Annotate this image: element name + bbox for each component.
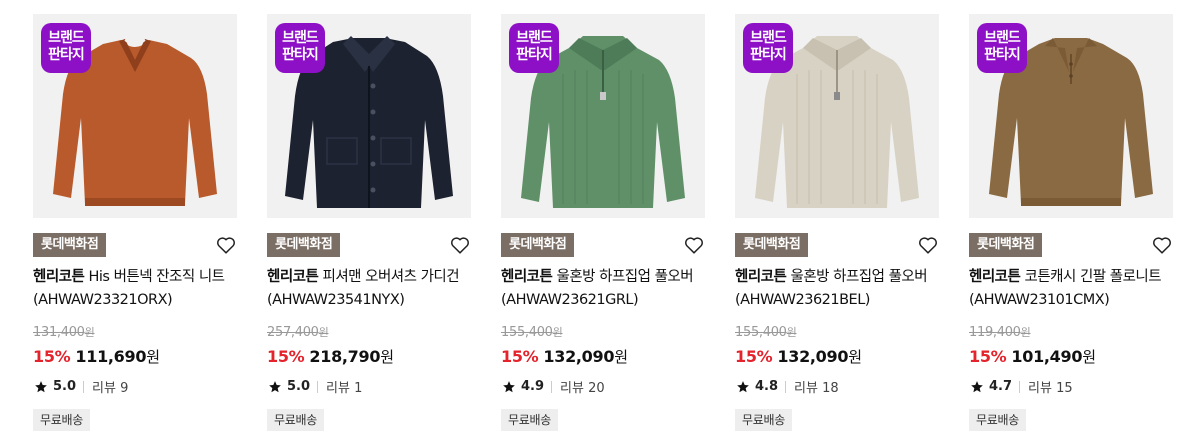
product-title[interactable]: 헨리코튼 His 버튼넥 잔조직 니트 (AHWAW23321ORX) <box>33 266 239 312</box>
product-brand: 헨리코튼 <box>267 269 319 285</box>
rating-score: 5.0 <box>53 379 77 394</box>
rating: 4.9 리뷰 20 <box>501 377 605 396</box>
product-title[interactable]: 헨리코튼 울혼방 하프집업 풀오버 (AHWAW23621GRL) <box>501 266 707 312</box>
brand-fantasy-badge: 브랜드 판타지 <box>275 23 325 73</box>
product-card[interactable]: 브랜드 판타지 롯데백화점 헨리코튼 울혼방 하프집업 풀오버 (AHWAW236… <box>501 0 707 443</box>
original-price: 131,400원 <box>33 325 95 340</box>
sale-price: 15% 218,790원 <box>267 347 394 366</box>
rating: 5.0 리뷰 1 <box>267 377 362 396</box>
discount-rate: 15% <box>969 347 1007 366</box>
product-image[interactable]: 브랜드 판타지 <box>267 14 471 218</box>
free-shipping-tag: 무료배송 <box>501 409 558 431</box>
free-shipping-tag: 무료배송 <box>267 409 324 431</box>
original-price: 119,400원 <box>969 325 1031 340</box>
discount-rate: 15% <box>501 347 539 366</box>
discount-rate: 15% <box>33 347 71 366</box>
rating-score: 5.0 <box>287 379 311 394</box>
star-icon <box>35 380 47 392</box>
product-card[interactable]: 브랜드 판타지 롯데백화점 헨리코튼 His 버튼넥 잔조직 니트 (AHWAW2… <box>33 0 239 443</box>
product-brand: 헨리코튼 <box>33 269 85 285</box>
rating-score: 4.9 <box>521 379 545 394</box>
discount-rate: 15% <box>267 347 305 366</box>
product-brand: 헨리코튼 <box>969 269 1021 285</box>
heart-outline-icon[interactable] <box>917 234 939 256</box>
review-count: 리뷰 15 <box>1028 381 1073 396</box>
heart-outline-icon[interactable] <box>1151 234 1173 256</box>
heart-outline-icon[interactable] <box>683 234 705 256</box>
product-image[interactable]: 브랜드 판타지 <box>501 14 705 218</box>
brand-fantasy-badge: 브랜드 판타지 <box>743 23 793 73</box>
free-shipping-tag: 무료배송 <box>735 409 792 431</box>
original-price: 257,400원 <box>267 325 329 340</box>
sale-price: 15% 132,090원 <box>735 347 862 366</box>
product-title[interactable]: 헨리코튼 피셔맨 오버셔츠 가디건 (AHWAW23541NYX) <box>267 266 473 312</box>
store-tag: 롯데백화점 <box>33 233 107 257</box>
store-tag: 롯데백화점 <box>735 233 809 257</box>
free-shipping-tag: 무료배송 <box>33 409 90 431</box>
review-count: 리뷰 1 <box>326 381 363 396</box>
product-card[interactable]: 브랜드 판타지 롯데백화점 헨리코튼 코튼캐시 긴팔 폴로니트 (AHWAW231… <box>969 0 1175 443</box>
sale-price: 15% 111,690원 <box>33 347 160 366</box>
original-price: 155,400원 <box>735 325 797 340</box>
store-tag: 롯데백화점 <box>501 233 575 257</box>
review-count: 리뷰 9 <box>92 381 129 396</box>
product-brand: 헨리코튼 <box>501 269 553 285</box>
product-title[interactable]: 헨리코튼 울혼방 하프집업 풀오버 (AHWAW23621BEL) <box>735 266 941 312</box>
star-icon <box>503 380 515 392</box>
star-icon <box>269 380 281 392</box>
sale-price: 15% 132,090원 <box>501 347 628 366</box>
product-title[interactable]: 헨리코튼 코튼캐시 긴팔 폴로니트 (AHWAW23101CMX) <box>969 266 1175 312</box>
rating: 4.8 리뷰 18 <box>735 377 839 396</box>
product-image[interactable]: 브랜드 판타지 <box>33 14 237 218</box>
original-price: 155,400원 <box>501 325 563 340</box>
brand-fantasy-badge: 브랜드 판타지 <box>41 23 91 73</box>
discount-rate: 15% <box>735 347 773 366</box>
brand-fantasy-badge: 브랜드 판타지 <box>509 23 559 73</box>
heart-outline-icon[interactable] <box>215 234 237 256</box>
rating: 4.7 리뷰 15 <box>969 377 1073 396</box>
product-card[interactable]: 브랜드 판타지 롯데백화점 헨리코튼 피셔맨 오버셔츠 가디건 (AHWAW235… <box>267 0 473 443</box>
product-brand: 헨리코튼 <box>735 269 787 285</box>
review-count: 리뷰 18 <box>794 381 839 396</box>
sale-price: 15% 101,490원 <box>969 347 1096 366</box>
review-count: 리뷰 20 <box>560 381 605 396</box>
star-icon <box>971 380 983 392</box>
product-card[interactable]: 브랜드 판타지 롯데백화점 헨리코튼 울혼방 하프집업 풀오버 (AHWAW236… <box>735 0 941 443</box>
brand-fantasy-badge: 브랜드 판타지 <box>977 23 1027 73</box>
store-tag: 롯데백화점 <box>969 233 1043 257</box>
store-tag: 롯데백화점 <box>267 233 341 257</box>
star-icon <box>737 380 749 392</box>
rating-score: 4.7 <box>989 379 1013 394</box>
heart-outline-icon[interactable] <box>449 234 471 256</box>
free-shipping-tag: 무료배송 <box>969 409 1026 431</box>
product-image[interactable]: 브랜드 판타지 <box>735 14 939 218</box>
rating: 5.0 리뷰 9 <box>33 377 128 396</box>
product-image[interactable]: 브랜드 판타지 <box>969 14 1173 218</box>
rating-score: 4.8 <box>755 379 779 394</box>
